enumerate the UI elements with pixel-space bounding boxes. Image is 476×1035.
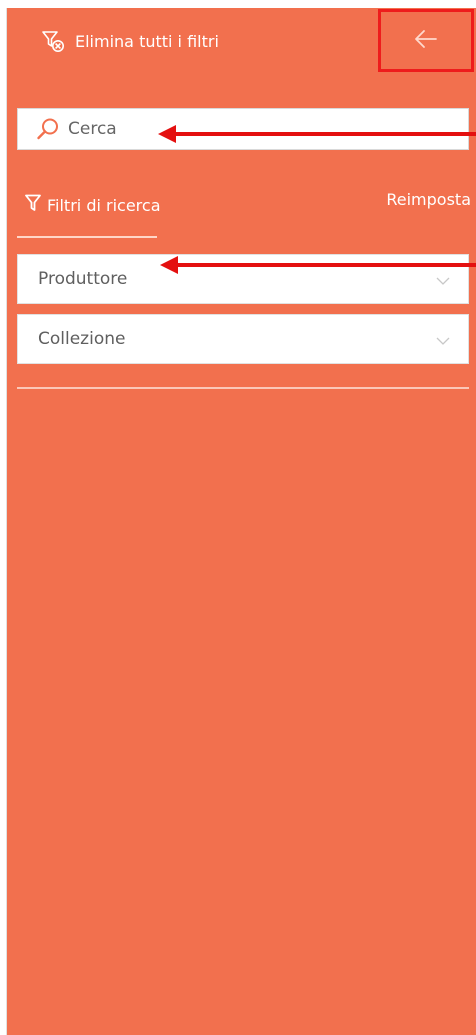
clear-all-filters-button[interactable]: Elimina tutti i filtri [41, 28, 219, 54]
clear-all-filters-label: Elimina tutti i filtri [75, 31, 219, 51]
chevron-down-icon [436, 270, 450, 289]
annotation-arrowhead [158, 125, 176, 143]
annotation-arrowhead [160, 256, 178, 274]
search-icon [36, 117, 60, 141]
dropdown-label: Produttore [38, 269, 128, 289]
chevron-down-icon [436, 330, 450, 349]
filters-title-label: Filtri di ricerca [47, 195, 161, 215]
search-input[interactable] [68, 119, 428, 139]
back-button[interactable] [378, 9, 474, 72]
arrow-left-icon [414, 29, 438, 53]
annotation-arrow-underline [160, 256, 476, 274]
filter-icon [25, 194, 41, 216]
filter-pane-header: Elimina tutti i filtri [7, 8, 476, 72]
search-box[interactable] [17, 108, 469, 150]
filters-title: Filtri di ricerca [25, 194, 161, 216]
dropdown-produttore[interactable]: Produttore [17, 254, 469, 304]
section-divider [17, 387, 469, 389]
filter-pane: Elimina tutti i filtri Filt [6, 8, 476, 1035]
active-tab-underline [17, 236, 157, 238]
annotation-arrow-search [158, 125, 476, 143]
dropdown-collezione[interactable]: Collezione [17, 314, 469, 364]
filters-header: Filtri di ricerca Reimposta [25, 190, 471, 216]
filter-clear-icon [41, 29, 65, 53]
dropdown-label: Collezione [38, 329, 126, 349]
reset-filters-button[interactable]: Reimposta [386, 190, 471, 209]
